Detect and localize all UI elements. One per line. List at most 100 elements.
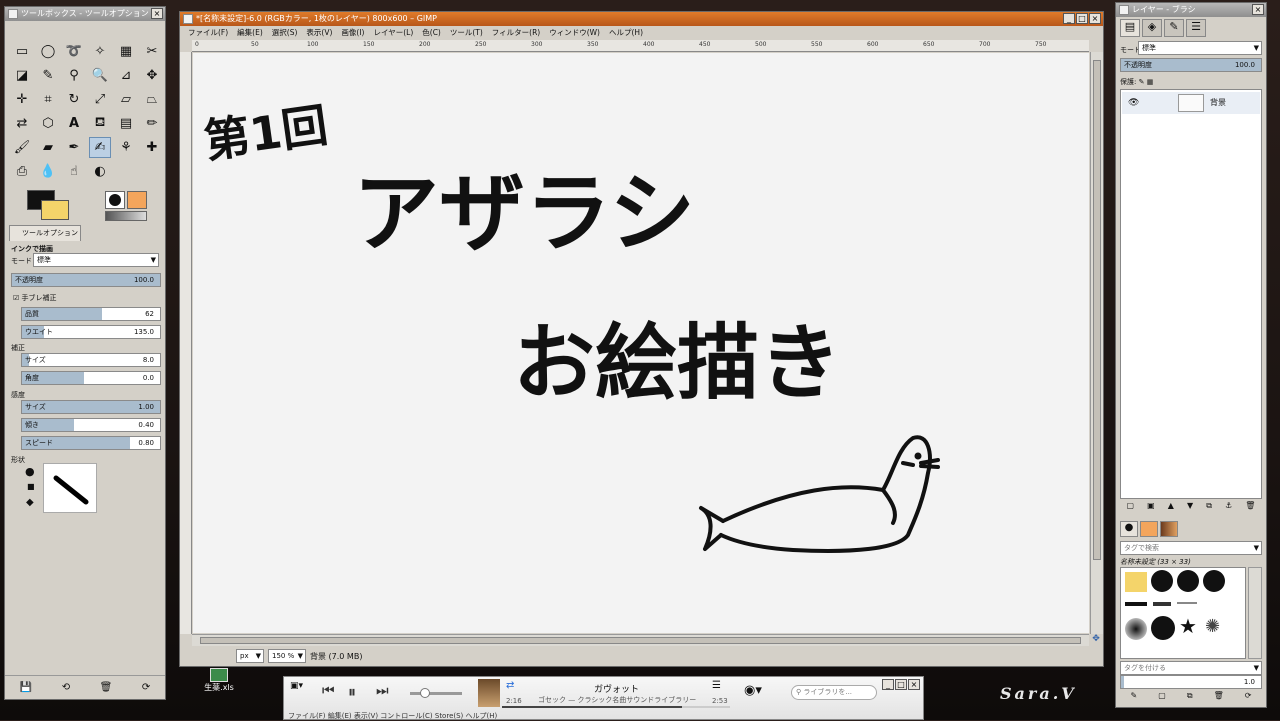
pencil-icon[interactable]: ✏ xyxy=(141,113,163,134)
lock-pixels-icon[interactable]: ✎ xyxy=(1139,78,1145,86)
layer-opacity-spinner[interactable]: 不透明度 100.0 xyxy=(1120,58,1262,72)
flip-icon[interactable]: ⇄ xyxy=(11,113,33,134)
brush-preview-icon[interactable] xyxy=(105,191,125,209)
unit-dropdown[interactable]: px ▼ xyxy=(236,649,264,663)
foreground-select-icon[interactable]: ◪ xyxy=(11,65,33,86)
menu-select[interactable]: 選択(S) xyxy=(272,26,298,39)
desktop-file-icon[interactable]: 生薬.xls xyxy=(196,668,242,693)
refresh-brush-icon[interactable]: ⟳ xyxy=(1245,691,1252,705)
gradients-tab-icon[interactable] xyxy=(1160,521,1178,537)
menu-layer[interactable]: レイヤー(L) xyxy=(373,26,413,39)
color-select-icon[interactable]: ▦ xyxy=(115,41,137,62)
toolbox-titlebar[interactable]: ツールボックス - ツールオプション × xyxy=(5,7,165,21)
paths-tab-icon[interactable]: ✎ xyxy=(1164,19,1184,37)
blend-icon[interactable]: ▤ xyxy=(115,113,137,134)
pattern-preview-icon[interactable] xyxy=(127,191,147,209)
brush-thumb[interactable] xyxy=(1125,618,1147,640)
scroll-thumb[interactable] xyxy=(200,637,1081,644)
navigate-icon[interactable]: ✥ xyxy=(1090,634,1102,646)
paths-icon[interactable]: ✎ xyxy=(37,65,59,86)
text-icon[interactable]: A xyxy=(63,113,85,134)
perspective-clone-icon[interactable]: ⎙ xyxy=(11,161,33,182)
shape-editor[interactable] xyxy=(43,463,97,513)
tag-filter-dropdown[interactable]: タグで検索 ▼ xyxy=(1120,541,1262,555)
new-layer-icon[interactable]: ▢ xyxy=(1127,501,1135,515)
edit-brush-icon[interactable]: ✎ xyxy=(1131,691,1138,705)
brush-thumb[interactable] xyxy=(1153,602,1171,606)
weight-spinner[interactable]: ウエイト 135.0 xyxy=(21,325,161,339)
delete-brush-icon[interactable]: 🗑 xyxy=(1214,691,1224,705)
maximize-icon[interactable]: □ xyxy=(1076,13,1088,24)
miniplayer-icon[interactable]: ▣▾ xyxy=(290,681,303,691)
volume-slider[interactable] xyxy=(410,688,462,698)
patterns-tab-icon[interactable] xyxy=(1140,521,1158,537)
brush-thumb[interactable] xyxy=(1151,616,1175,640)
pause-icon[interactable]: ⏸ xyxy=(348,682,356,702)
shape-circle-icon[interactable]: ● xyxy=(25,465,35,478)
brushes-tab-icon[interactable]: ● xyxy=(1120,521,1138,537)
channels-tab-icon[interactable]: ◈ xyxy=(1142,19,1162,37)
measure-icon[interactable]: ⊿ xyxy=(115,65,137,86)
new-brush-icon[interactable]: ▢ xyxy=(1158,691,1166,705)
tool-options-tab[interactable]: ツールオプション xyxy=(9,225,81,241)
progress-bar[interactable] xyxy=(502,706,730,708)
shape-diamond-icon[interactable]: ◆ xyxy=(26,497,34,508)
account-icon[interactable]: ◉▾ xyxy=(744,683,762,698)
menu-tools[interactable]: ツール(T) xyxy=(450,26,483,39)
visibility-eye-icon[interactable]: 👁 xyxy=(1128,92,1139,114)
drawing-canvas[interactable]: 第1回 アザラシ お絵描き xyxy=(193,53,1089,633)
next-icon[interactable]: ⏭ xyxy=(376,683,389,699)
eraser-icon[interactable]: ▰ xyxy=(37,137,59,158)
blur-icon[interactable]: 💧 xyxy=(37,161,59,182)
tag-assign-dropdown[interactable]: タグを付ける ▼ xyxy=(1120,661,1262,675)
lock-alpha-icon[interactable]: ▦ xyxy=(1147,78,1154,86)
scissors-icon[interactable]: ✂ xyxy=(141,41,163,62)
bucket-fill-icon[interactable]: ⛾ xyxy=(89,113,111,134)
star-brush-icon[interactable]: ★ xyxy=(1179,614,1197,638)
layers-titlebar[interactable]: レイヤー - ブラシ × xyxy=(1116,3,1266,17)
size-spinner[interactable]: サイズ 8.0 xyxy=(21,353,161,367)
menu-image[interactable]: 画像(I) xyxy=(341,26,364,39)
delete-layer-icon[interactable]: 🗑 xyxy=(1245,501,1255,515)
fuzzy-select-icon[interactable]: ✧ xyxy=(89,41,111,62)
layer-mode-dropdown[interactable]: 標準 ▼ xyxy=(1138,41,1262,55)
brush-thumb[interactable] xyxy=(1177,602,1197,604)
ink-icon[interactable]: ✍ xyxy=(89,137,111,158)
restore-options-icon[interactable]: ⟲ xyxy=(62,682,70,693)
splatter-brush-icon[interactable]: ✺ xyxy=(1205,616,1220,637)
speed-spinner[interactable]: スピード 0.80 xyxy=(21,436,161,450)
cage-icon[interactable]: ⬡ xyxy=(37,113,59,134)
delete-options-icon[interactable]: 🗑 xyxy=(100,682,113,693)
layers-tab-icon[interactable]: ▤ xyxy=(1120,19,1140,37)
menu-help[interactable]: ヘルプ(H) xyxy=(609,26,643,39)
duplicate-layer-icon[interactable]: ⧉ xyxy=(1206,501,1212,515)
close-icon[interactable]: × xyxy=(1252,4,1264,15)
anchor-layer-icon[interactable]: ⚓ xyxy=(1225,501,1232,515)
up-next-icon[interactable]: ☰ xyxy=(712,680,721,691)
menu-file[interactable]: ファイル(F) xyxy=(188,26,228,39)
library-search-input[interactable]: ⚲ ライブラリを... xyxy=(791,685,877,700)
brush-thumb[interactable] xyxy=(1125,572,1147,592)
rect-select-icon[interactable]: ▭ xyxy=(11,41,33,62)
lasso-icon[interactable]: ➰ xyxy=(63,41,85,62)
volume-knob[interactable] xyxy=(420,688,430,698)
close-icon[interactable]: × xyxy=(908,679,920,690)
airbrush-icon[interactable]: ✒ xyxy=(63,137,85,158)
align-icon[interactable]: ✛ xyxy=(11,89,33,110)
vertical-ruler[interactable] xyxy=(180,52,192,634)
tilt-spinner[interactable]: 傾き 0.40 xyxy=(21,418,161,432)
menu-windows[interactable]: ウィンドウ(W) xyxy=(549,26,600,39)
color-picker-icon[interactable]: ⚲ xyxy=(63,65,85,86)
brush-thumb[interactable] xyxy=(1177,570,1199,592)
zoom-dropdown[interactable]: 150 % ▼ xyxy=(268,649,306,663)
move-icon[interactable]: ✥ xyxy=(141,65,163,86)
brush-thumb[interactable] xyxy=(1203,570,1225,592)
menu-colors[interactable]: 色(C) xyxy=(422,26,441,39)
ellipse-select-icon[interactable]: ◯ xyxy=(37,41,59,62)
new-layer-group-icon[interactable]: ▣ xyxy=(1147,501,1155,515)
shear-icon[interactable]: ▱ xyxy=(115,89,137,110)
brush-thumb[interactable] xyxy=(1151,570,1173,592)
duplicate-brush-icon[interactable]: ⧉ xyxy=(1187,691,1193,705)
horizontal-scrollbar[interactable] xyxy=(192,634,1089,646)
scale-icon[interactable]: ⤢ xyxy=(89,89,111,110)
